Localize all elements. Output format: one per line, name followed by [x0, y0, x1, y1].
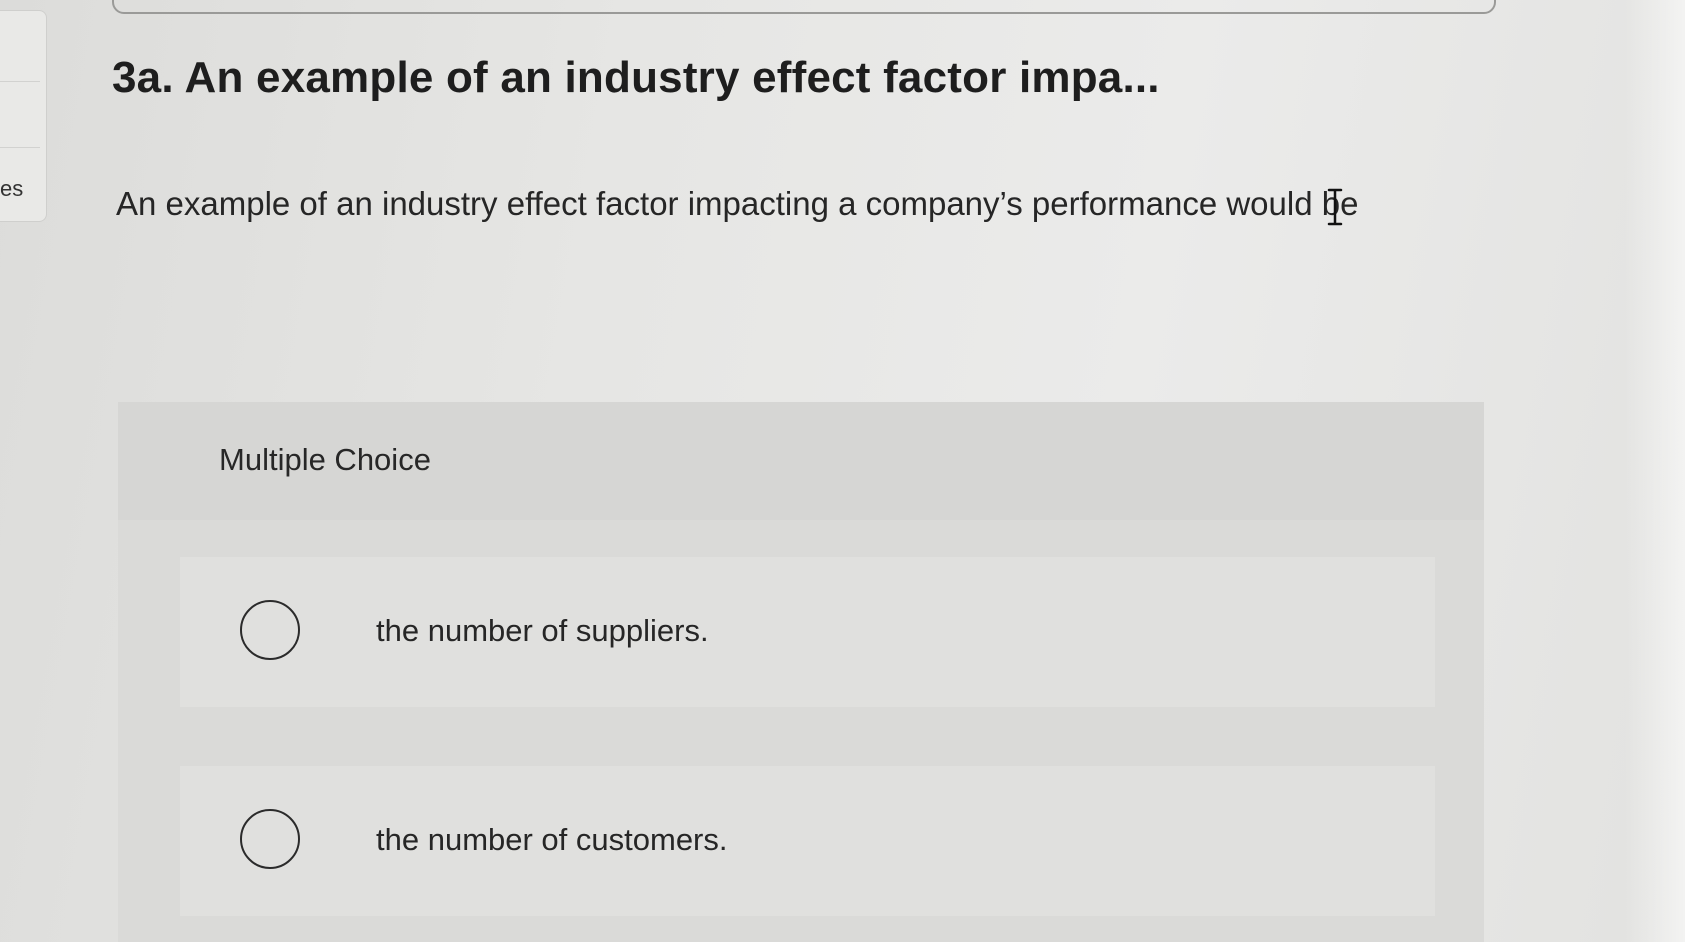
multiple-choice-label: Multiple Choice — [219, 442, 431, 477]
multiple-choice-header: Multiple Choice — [118, 402, 1484, 520]
choice-option-suppliers[interactable]: the number of suppliers. — [180, 557, 1435, 707]
page-edge-shade — [1625, 0, 1685, 942]
choice-label[interactable]: the number of customers. — [376, 822, 728, 858]
question-prompt: An example of an industry effect factor … — [116, 185, 1359, 222]
side-divider — [0, 147, 40, 148]
text-cursor-icon — [1327, 188, 1343, 226]
choice-option-customers[interactable]: the number of customers. — [180, 766, 1435, 916]
side-nav-label[interactable]: es — [0, 176, 23, 202]
radio-button-icon[interactable] — [240, 809, 300, 869]
question-title: 3a. An example of an industry effect fac… — [112, 53, 1160, 102]
top-container-outline — [112, 0, 1496, 14]
side-divider — [0, 81, 40, 82]
choice-label[interactable]: the number of suppliers. — [376, 613, 709, 649]
radio-button-icon[interactable] — [240, 600, 300, 660]
multiple-choice-card: Multiple Choice the number of suppliers.… — [118, 402, 1484, 942]
